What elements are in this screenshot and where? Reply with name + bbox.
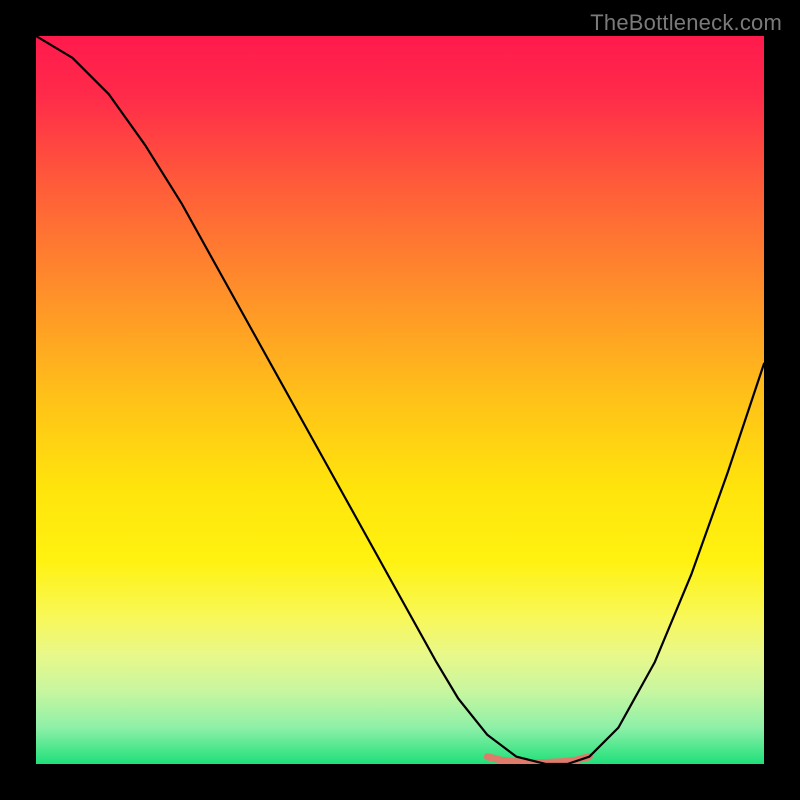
chart-frame: TheBottleneck.com xyxy=(0,0,800,800)
curve-layer xyxy=(36,36,764,764)
plot-area xyxy=(36,36,764,764)
watermark-text: TheBottleneck.com xyxy=(590,10,782,36)
curve-line xyxy=(36,36,764,764)
